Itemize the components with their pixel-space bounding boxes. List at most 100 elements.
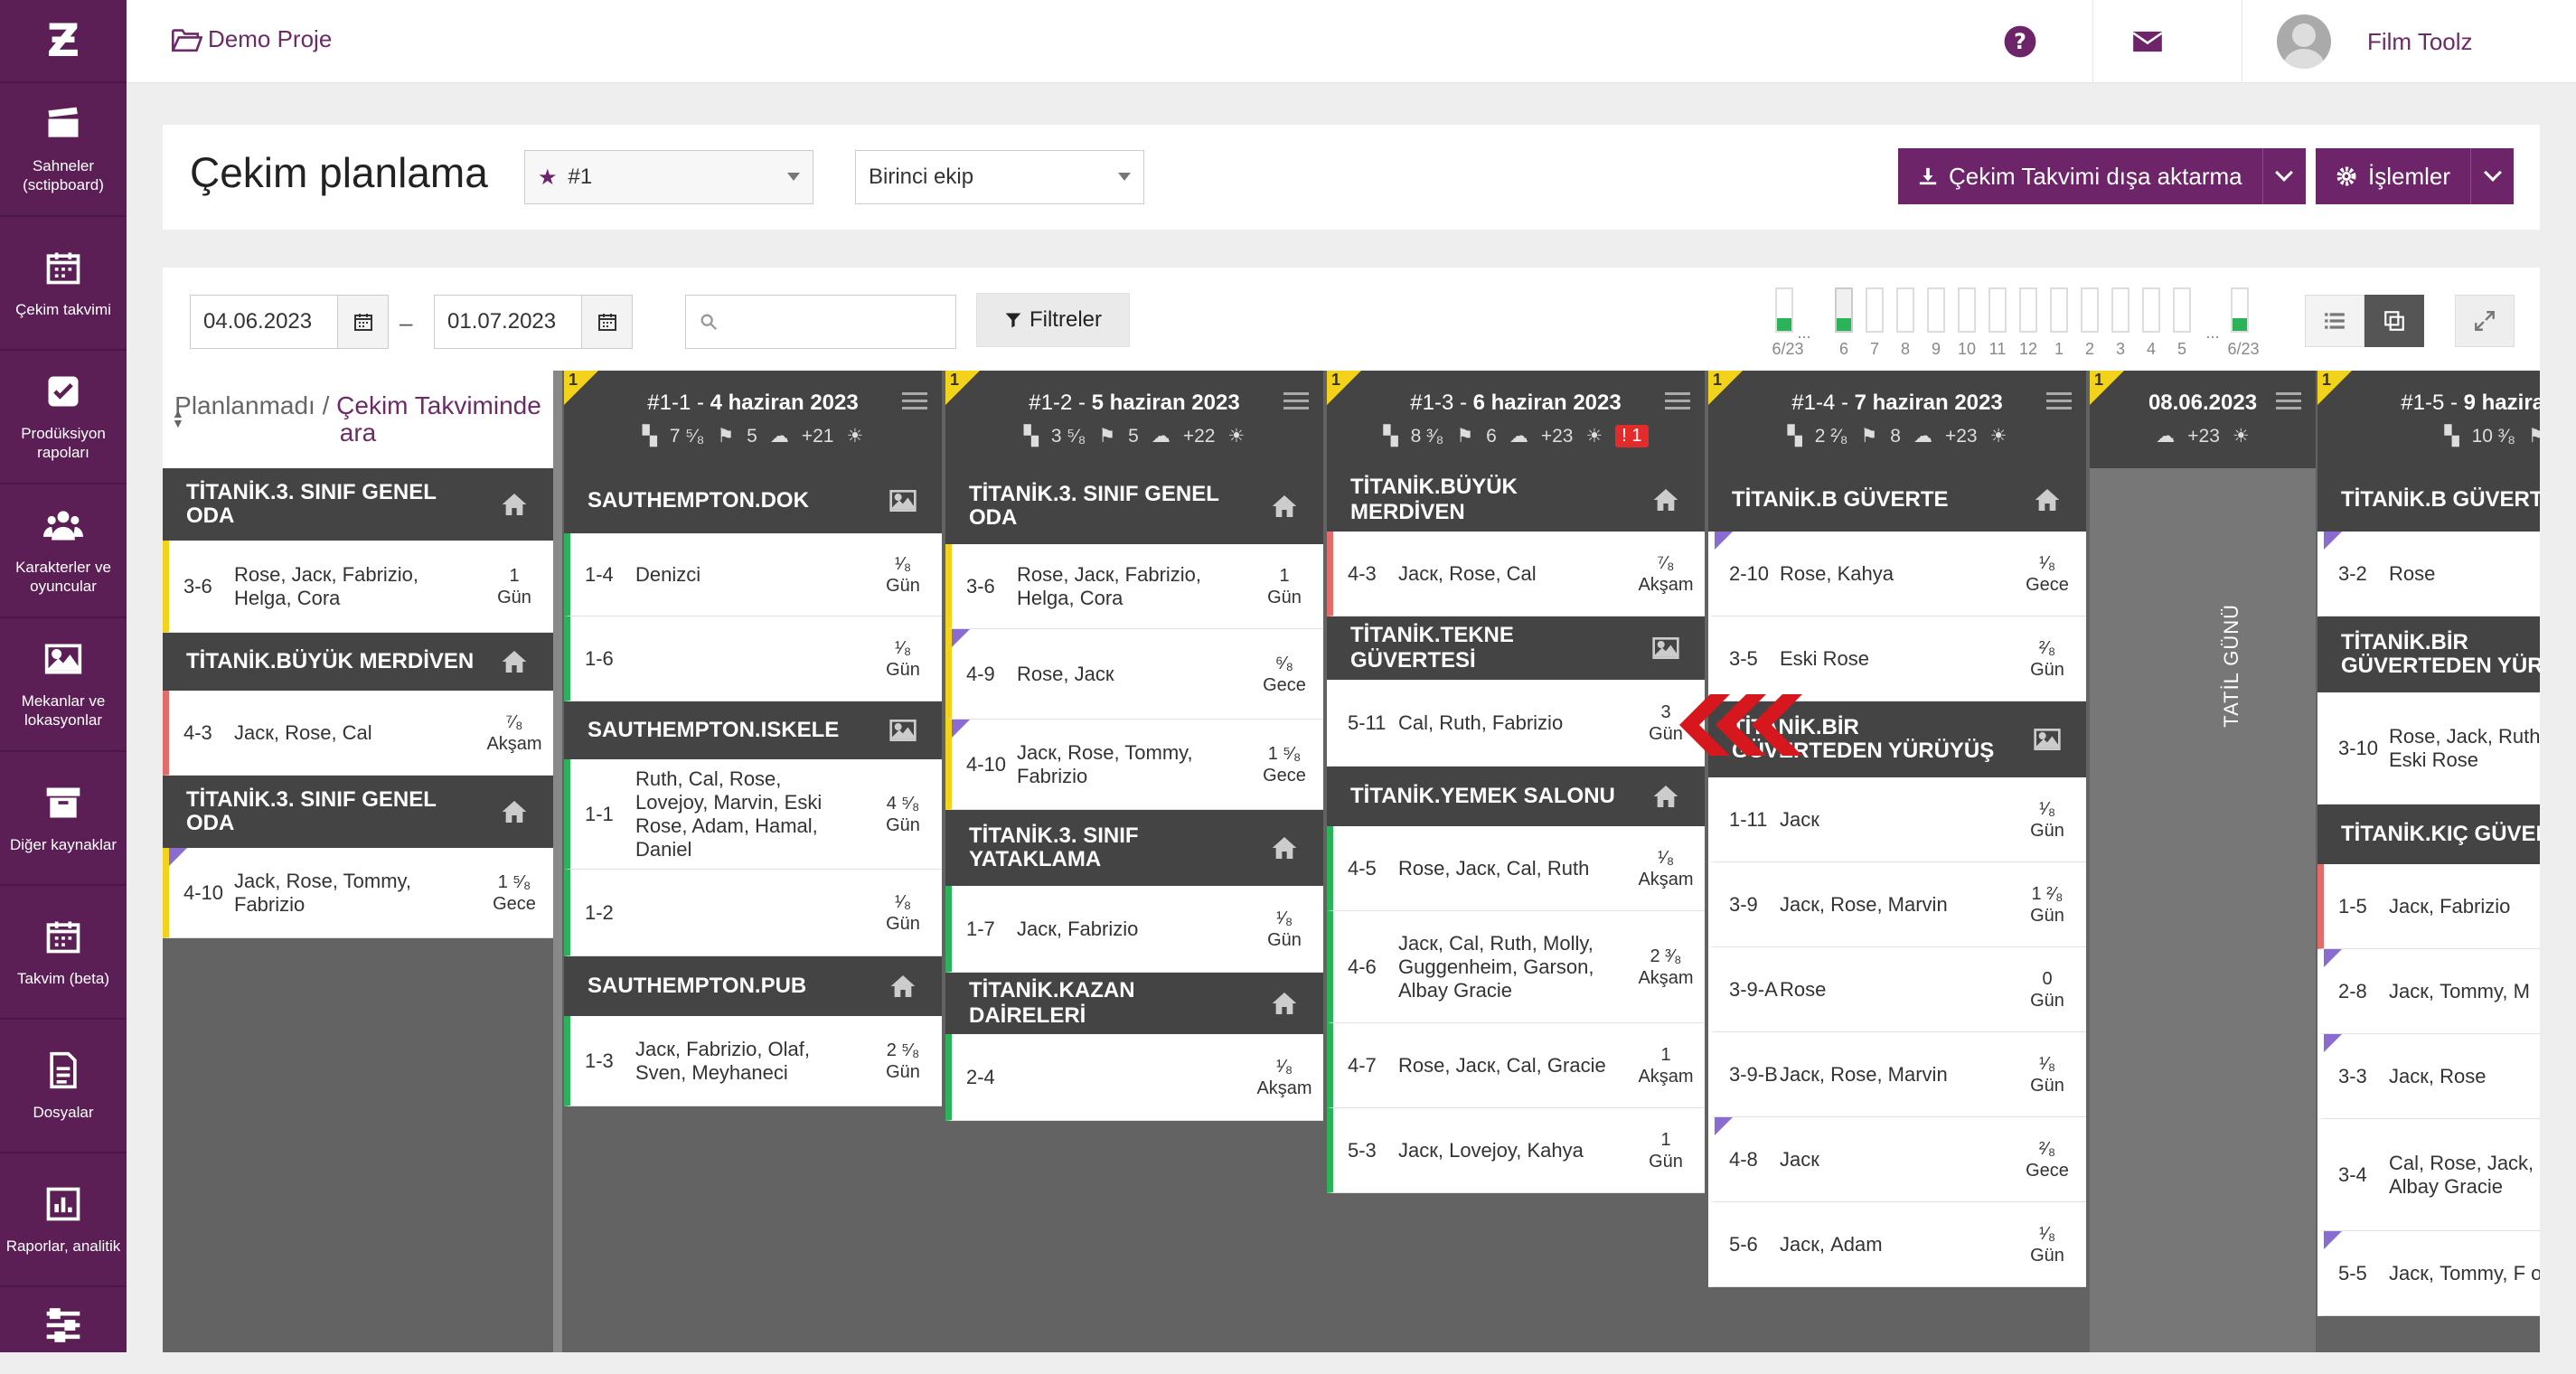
day-header[interactable]: 1 #1-1 - 4 haziran 2023 ▚ 7 ⁵⁄₈ ⚑ 5 ☁ +21 ☀ — [564, 371, 942, 468]
scene-strip[interactable]: 1-11 Jacк ¹⁄₈ Gün — [1708, 777, 2086, 862]
scene-strip[interactable]: 5-6 Jacк, Adam ¹⁄₈ Gün — [1708, 1202, 2086, 1287]
scene-strip[interactable]: 3-2 Rose — [2317, 532, 2540, 616]
sort-icon[interactable]: ▲ ▼ — [172, 407, 184, 429]
day-header[interactable]: 1 #1-2 - 5 haziran 2023 ▚ 3 ⁵⁄₈ ⚑ 5 ☁ +22 ☀ — [945, 371, 1323, 468]
scene-strip[interactable]: 5-11 Cal, Ruth, Fabrizio 3 Gün — [1327, 680, 1705, 767]
actions-button[interactable]: İşlemler — [2316, 148, 2470, 204]
fullscreen-button[interactable] — [2455, 295, 2515, 347]
sliders-icon[interactable] — [902, 392, 927, 412]
mini-day-bar[interactable] — [2142, 287, 2160, 333]
search-in-schedule-link[interactable]: Çekim Takviminde ara — [336, 391, 541, 447]
sliders-icon[interactable] — [2046, 392, 2072, 412]
scene-strip[interactable]: 5-5 Jacк, Tommy, F o — [2317, 1231, 2540, 1316]
set-header[interactable]: TİTANİK.3. SINIF GENEL ODA — [163, 468, 553, 541]
calendar-icon[interactable] — [337, 296, 388, 348]
sliders-icon[interactable] — [1665, 392, 1690, 412]
export-dropdown-toggle[interactable] — [2261, 148, 2306, 204]
scene-strip[interactable]: 4-3 Jacк, Rose, Cal ⁷⁄₈ Akşam — [163, 691, 553, 776]
mini-day-bar[interactable] — [2111, 287, 2129, 333]
date-from-input[interactable]: 04.06.2023 — [190, 295, 389, 349]
day-header[interactable]: 1 08.06.2023 ☁ +23 ☀ — [2090, 371, 2316, 468]
sidebar-item-settings[interactable] — [0, 1287, 127, 1374]
set-header[interactable]: TİTANİK.B GÜVERTE — [1708, 468, 2086, 532]
sidebar-item-locations[interactable]: Mekanlar ve lokasyonlar — [0, 618, 127, 752]
export-schedule-button[interactable]: Çekim Takvimi dışa aktarma — [1898, 148, 2262, 204]
scene-strip[interactable]: 3-6 Rose, Jacк, Fabrizio, Helga, Cora 1G… — [163, 541, 553, 633]
day-header[interactable]: 1 #1-4 - 7 haziran 2023 ▚ 2 ²⁄₈ ⚑ 8 ☁ +23 ☀ — [1708, 371, 2086, 468]
sidebar-item-other-resources[interactable]: Diğer kaynaklar — [0, 752, 127, 886]
scene-strip[interactable]: 1-5 Jacк, Fabrizio — [2317, 864, 2540, 949]
set-header[interactable]: TİTANİK.YEMEK SALONU — [1327, 767, 1705, 826]
scene-strip[interactable]: 3-9-B Jacк, Rose, Marvin ¹⁄₈ Gün — [1708, 1032, 2086, 1117]
set-header[interactable]: TİTANİK.BÜYÜK MERDİVEN — [163, 633, 553, 691]
set-header[interactable]: SAUTHEMPTON.PUB — [564, 956, 942, 1016]
scene-strip[interactable]: 4-10 Jack, Rose, Tommy, Fabrizio 1 ⁵⁄₈ Ge… — [163, 848, 553, 938]
scene-strip[interactable]: 2-8 Jacк, Tommy, M — [2317, 949, 2540, 1034]
app-logo[interactable]: Ƶ — [0, 0, 127, 83]
set-header[interactable]: TİTANİK.B GÜVERTE — [2317, 468, 2540, 532]
scene-strip[interactable]: 4-7 Rose, Jacк, Cal, Gracie 1 Akşam — [1327, 1023, 1705, 1108]
sidebar-item-scenes[interactable]: Sahneler (sctipboard) — [0, 83, 127, 217]
search-input[interactable] — [685, 295, 956, 349]
project-link[interactable]: Demo Proje — [172, 25, 332, 53]
scene-strip[interactable]: 1-4 Denizci ¹⁄₈ Gün — [564, 533, 942, 616]
calendar-icon[interactable] — [581, 296, 632, 348]
scene-strip[interactable]: 1-1 Ruth, Cal, Rose, Lovejoy, Marvin, Es… — [564, 759, 942, 870]
scene-strip[interactable]: 4-8 Jacк ²⁄₈ Gece — [1708, 1117, 2086, 1202]
sidebar-item-files[interactable]: Dosyalar — [0, 1020, 127, 1153]
scene-strip[interactable]: 3-4 Cal, Rose, Jack, e, Lovejoy, Silah, … — [2317, 1119, 2540, 1231]
scene-strip[interactable]: 4-9 Rose, Jacк ⁶⁄₈ Gece — [945, 629, 1323, 720]
help-button[interactable]: ? — [1970, 0, 2070, 83]
user-menu[interactable]: Film Toolz — [2242, 0, 2576, 83]
set-header[interactable]: TİTANİK.KAZAN DAİRELERİ — [945, 973, 1323, 1034]
mini-day-bar[interactable] — [1775, 287, 1793, 333]
list-view-button[interactable] — [2305, 295, 2364, 347]
mini-day-bar[interactable] — [1927, 287, 1945, 333]
set-header[interactable]: SAUTHEMPTON.DOK — [564, 468, 942, 533]
mini-day-bar[interactable] — [2081, 287, 2099, 333]
scene-strip[interactable]: 1-6 ¹⁄₈ Gün — [564, 616, 942, 701]
sidebar-item-calendar-beta[interactable]: Takvim (beta) — [0, 886, 127, 1020]
scene-strip[interactable]: 3-10 Rose, Jack, Ruth, di Duff Gordon, E… — [2317, 692, 2540, 805]
set-header[interactable]: TİTANİK.BÜYÜK MERDİVEN — [1327, 468, 1705, 532]
actions-dropdown-toggle[interactable] — [2470, 148, 2514, 204]
mini-day-bar[interactable] — [1866, 287, 1884, 333]
date-to-input[interactable]: 01.07.2023 — [434, 295, 633, 349]
set-header[interactable]: TİTANİK.KIÇ GÜVERTE — [2317, 805, 2540, 864]
messages-button[interactable] — [2092, 0, 2201, 83]
scene-strip[interactable]: 5-3 Jacк, Lovejoy, Kahya 1 Gün — [1327, 1108, 1705, 1193]
day-header[interactable]: 1 #1-5 - 9 haziran 2023 ▚10 ³⁄₈ ⚑7 — [2317, 371, 2540, 468]
filter-button[interactable]: Filtreler — [976, 293, 1130, 347]
sliders-icon[interactable] — [2276, 392, 2301, 412]
scene-strip[interactable]: 4-6 Jacк, Cal, Ruth, Molly, Guggenheim, … — [1327, 911, 1705, 1023]
mini-day-bar[interactable] — [2050, 287, 2068, 333]
scene-strip[interactable]: 3-9-A Rose 0 Gün — [1708, 947, 2086, 1032]
mini-day-bar[interactable] — [2019, 287, 2037, 333]
scene-strip[interactable]: 1-3 Jacк, Fabrizio, Olaf, Sven, Meyhanec… — [564, 1016, 942, 1106]
mini-day-bar-selected[interactable] — [1835, 287, 1853, 333]
board-view-button[interactable] — [2364, 295, 2424, 347]
sidebar-item-shooting-calendar[interactable]: Çekim takvimi — [0, 217, 127, 351]
set-header[interactable]: TİTANİK.3. SINIF GENEL ODA — [163, 776, 553, 848]
scene-strip[interactable]: 2-10 Rose, Kahya ¹⁄₈ Gece — [1708, 532, 2086, 616]
conflict-alert-badge[interactable]: ! 1 — [1615, 425, 1649, 447]
sidebar-item-characters[interactable]: Karakterler ve oyuncular — [0, 485, 127, 618]
set-header[interactable]: TİTANİK.3. SINIF YATAKLAMA — [945, 810, 1323, 886]
mini-day-bar[interactable] — [2231, 287, 2249, 333]
set-header[interactable]: TİTANİK.TEKNE GÜVERTESİ — [1327, 616, 1705, 680]
day-header[interactable]: 1 #1-3 - 6 haziran 2023 ▚ 8 ³⁄₈ ⚑ 6 ☁ +23 ☀… — [1327, 371, 1705, 468]
scene-strip[interactable]: 4-3 Jacк, Rose, Cal ⁷⁄₈ Akşam — [1327, 532, 1705, 616]
scene-strip[interactable]: 3-6 Rose, Jacк, Fabrizio, Helga, Cora 1G… — [945, 544, 1323, 629]
sliders-icon[interactable] — [1283, 392, 1309, 412]
set-header[interactable]: TİTANİK.BİR GÜVERTEDEN YÜRÜYÜŞ — [2317, 616, 2540, 692]
set-header[interactable]: TİTANİK.3. SINIF GENEL ODA — [945, 468, 1323, 544]
sidebar-item-production-reports[interactable]: Prodüksiyon rapoları — [0, 351, 127, 485]
mini-day-bar[interactable] — [1958, 287, 1976, 333]
scene-strip[interactable]: 3-3 Jacк, Rose — [2317, 1034, 2540, 1119]
scene-strip[interactable]: 3-9 Jacк, Rose, Marvin 1 ²⁄₈ Gün — [1708, 862, 2086, 947]
mini-day-bar[interactable] — [1896, 287, 1914, 333]
scene-strip[interactable]: 1-7 Jacк, Fabrizio ¹⁄₈ Gün — [945, 886, 1323, 973]
scene-strip[interactable]: 4-10 Jacк, Rose, Tommy, Fabrizio 1 ⁵⁄₈ Ge… — [945, 720, 1323, 810]
scene-strip[interactable]: 1-2 ¹⁄₈ Gün — [564, 870, 942, 956]
schedule-select[interactable]: ★ #1 — [524, 150, 813, 204]
